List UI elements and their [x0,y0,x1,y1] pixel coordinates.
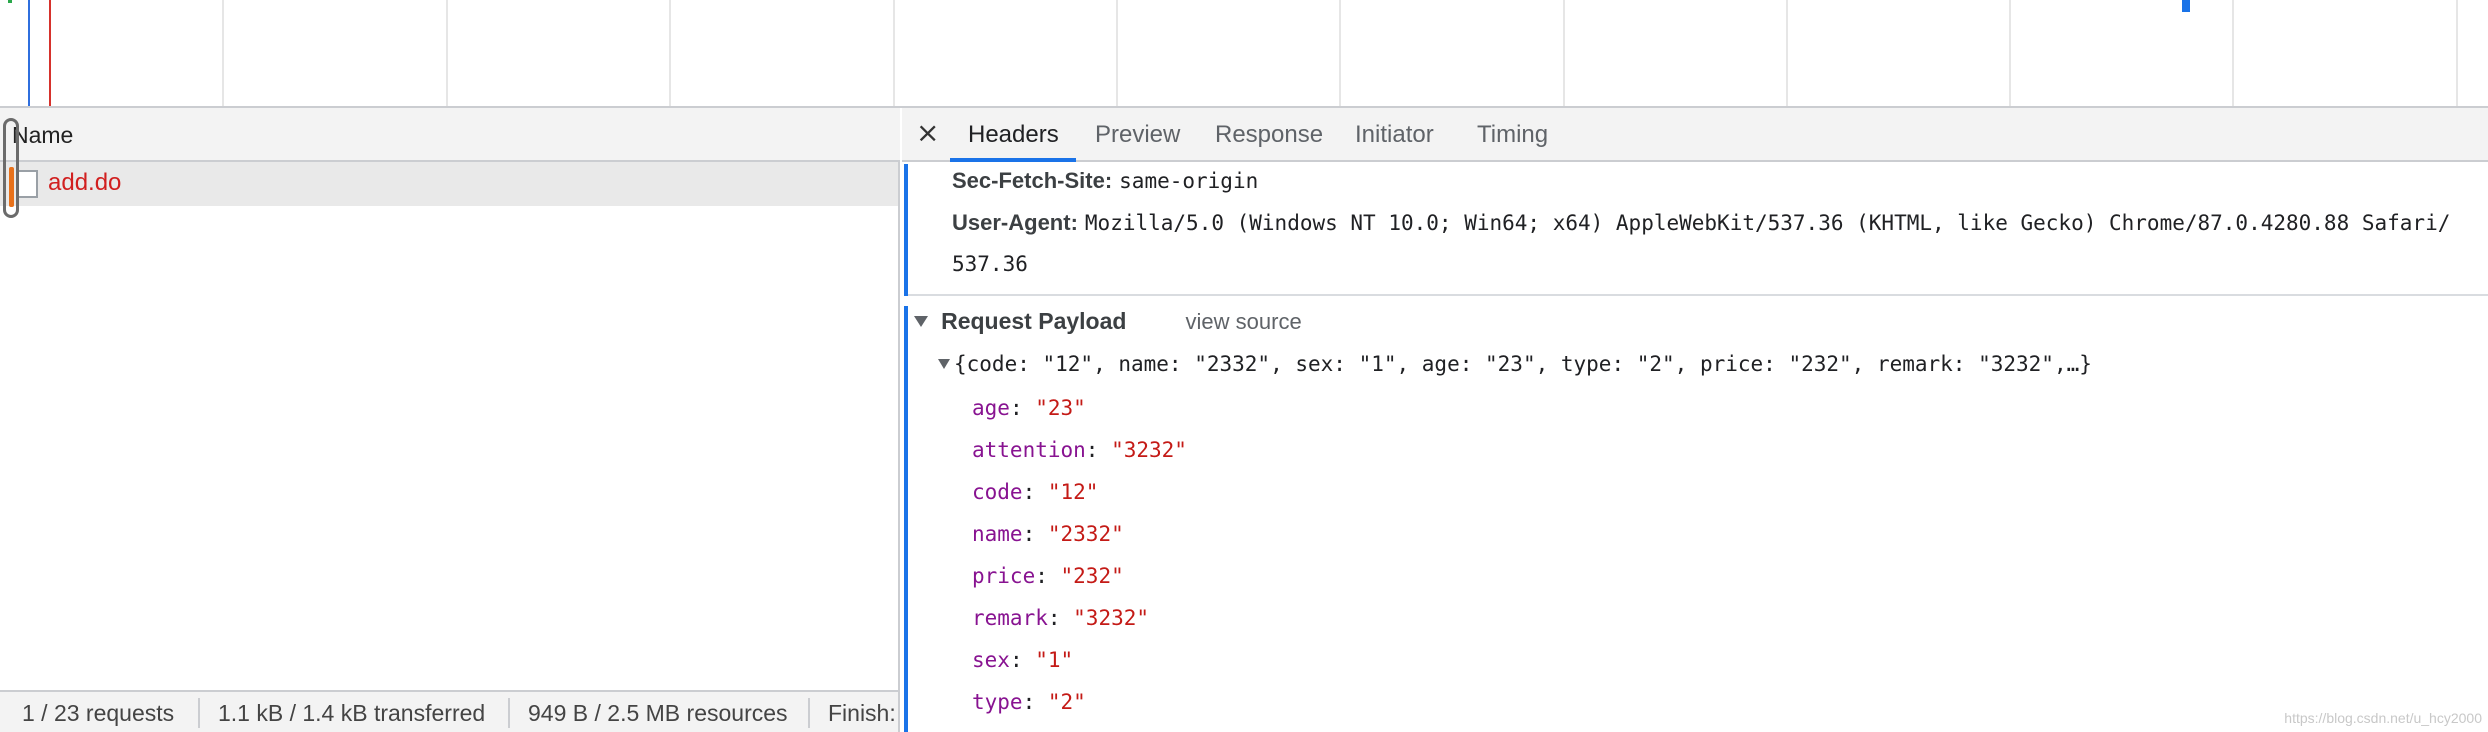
load-event-line [49,0,51,106]
request-detail-pane: × Headers Preview Response Initiator Tim… [902,108,2488,732]
request-payload-section[interactable]: Request Payload view source [914,308,1302,335]
status-separator [198,698,200,728]
payload-property: code: "12" [972,480,1099,504]
triangle-down-icon[interactable] [914,316,928,327]
view-source-link[interactable]: view source [1186,309,1302,334]
timeline-gridline [2009,0,2011,106]
row-selection-indicator [3,118,19,218]
finish-time: Finish: [828,700,896,726]
timeline-gridline [893,0,895,106]
headers-content: Sec-Fetch-Site: same-origin User-Agent: … [902,164,2488,732]
payload-property: remark: "3232" [972,606,1150,630]
tab-timing[interactable]: Timing [1477,121,1548,149]
header-key: User-Agent: [952,210,1078,235]
section-accent-bar [904,164,908,296]
status-separator [808,698,810,728]
payload-property: price: "232" [972,564,1124,588]
header-value: Mozilla/5.0 (Windows NT 10.0; Win64; x64… [1084,211,2451,235]
tab-response[interactable]: Response [1215,121,1323,149]
object-preview: {code: "12", name: "2332", sex: "1", age… [954,352,2092,376]
payload-property: name: "2332" [972,522,1124,546]
tab-headers[interactable]: Headers [968,121,1059,149]
document-icon [16,170,38,198]
resources-size: 949 B / 2.5 MB resources [528,700,788,726]
timeline-marker-green [8,0,12,3]
active-tab-indicator [950,158,1076,162]
timeline-gridline [222,0,224,106]
section-title: Request Payload [941,308,1127,334]
timeline-gridline [1339,0,1341,106]
payload-property: sex: "1" [972,648,1074,672]
payload-property: attention: "3232" [972,438,1187,462]
header-key: Sec-Fetch-Site: [952,168,1113,193]
section-accent-bar [904,306,908,732]
request-list-panel: Name add.do 1 / 23 requests 1.1 kB / 1.4… [0,108,900,732]
dom-content-loaded-line [28,0,30,106]
timeline-gridline [2456,0,2458,106]
payload-property: age: "23" [972,396,1086,420]
header-sec-fetch-site: Sec-Fetch-Site: same-origin [952,168,1258,194]
header-value: same-origin [1119,169,1259,193]
detail-tab-bar: × Headers Preview Response Initiator Tim… [902,108,2488,162]
watermark-text: https://blog.csdn.net/u_hcy2000 [2284,710,2482,726]
triangle-down-icon[interactable] [938,359,950,369]
timeline-request-bar[interactable] [2182,0,2190,12]
timeline-gridline [2232,0,2234,106]
table-row[interactable]: add.do [0,162,898,206]
payload-property: type: "2" [972,690,1086,714]
request-name[interactable]: add.do [48,169,121,197]
close-icon[interactable]: × [916,116,939,149]
timeline-gridline [1563,0,1565,106]
network-timeline-overview[interactable] [0,0,2488,108]
tab-initiator[interactable]: Initiator [1355,121,1434,149]
timeline-gridline [446,0,448,106]
payload-object-summary[interactable]: {code: "12", name: "2332", sex: "1", age… [938,352,2092,376]
status-separator [508,698,510,728]
header-user-agent: User-Agent: Mozilla/5.0 (Windows NT 10.0… [952,210,2450,236]
column-header-name[interactable]: Name [12,122,73,149]
request-count: 1 / 23 requests [22,700,175,726]
timeline-gridline [669,0,671,106]
tab-preview[interactable]: Preview [1095,121,1180,149]
status-error-marker [9,167,14,207]
network-status-bar: 1 / 23 requests 1.1 kB / 1.4 kB transfer… [0,690,898,732]
timeline-gridline [1116,0,1118,106]
transferred-size: 1.1 kB / 1.4 kB transferred [218,700,486,726]
timeline-gridline [1786,0,1788,106]
request-list-header[interactable]: Name [0,108,900,162]
section-divider [908,294,2488,296]
header-value-continuation: 537.36 [952,252,1028,276]
